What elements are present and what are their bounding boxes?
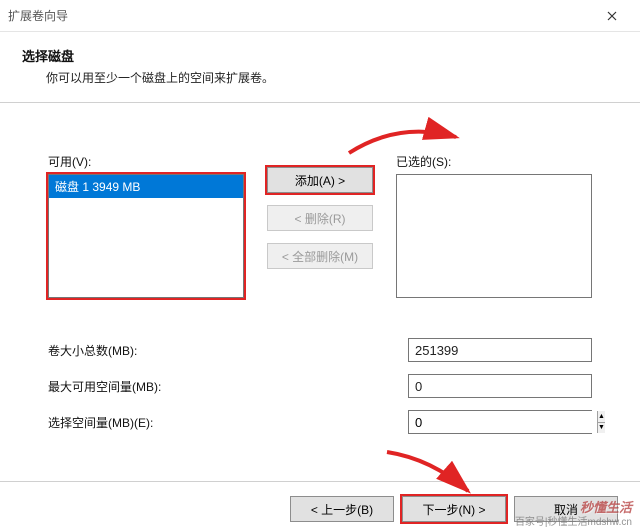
cancel-button[interactable]: 取消 <box>514 496 618 522</box>
max-space-label: 最大可用空间量(MB): <box>48 378 408 395</box>
choose-space-field[interactable] <box>409 411 597 433</box>
close-icon[interactable] <box>592 0 632 31</box>
selected-label: 已选的(S): <box>396 153 592 170</box>
choose-space-label: 选择空间量(MB)(E): <box>48 414 408 431</box>
add-button[interactable]: 添加(A) > <box>267 167 373 193</box>
next-button[interactable]: 下一步(N) > <box>402 496 506 522</box>
total-size-value <box>408 338 592 362</box>
available-listbox[interactable]: 磁盘 1 3949 MB <box>48 174 244 298</box>
page-heading: 选择磁盘 <box>22 46 618 65</box>
spinner-up-icon[interactable]: ▲ <box>598 411 605 423</box>
list-item[interactable]: 磁盘 1 3949 MB <box>49 175 243 198</box>
page-subheading: 你可以用至少一个磁盘上的空间来扩展卷。 <box>46 69 618 86</box>
remove-button: < 删除(R) <box>267 205 373 231</box>
remove-all-button: < 全部删除(M) <box>267 243 373 269</box>
selected-listbox[interactable] <box>396 174 592 298</box>
back-button[interactable]: < 上一步(B) <box>290 496 394 522</box>
choose-space-input[interactable]: ▲ ▼ <box>408 410 592 434</box>
available-label: 可用(V): <box>48 153 244 170</box>
max-space-value <box>408 374 592 398</box>
spinner-down-icon[interactable]: ▼ <box>598 423 605 434</box>
total-size-label: 卷大小总数(MB): <box>48 342 408 359</box>
window-title: 扩展卷向导 <box>8 7 68 24</box>
